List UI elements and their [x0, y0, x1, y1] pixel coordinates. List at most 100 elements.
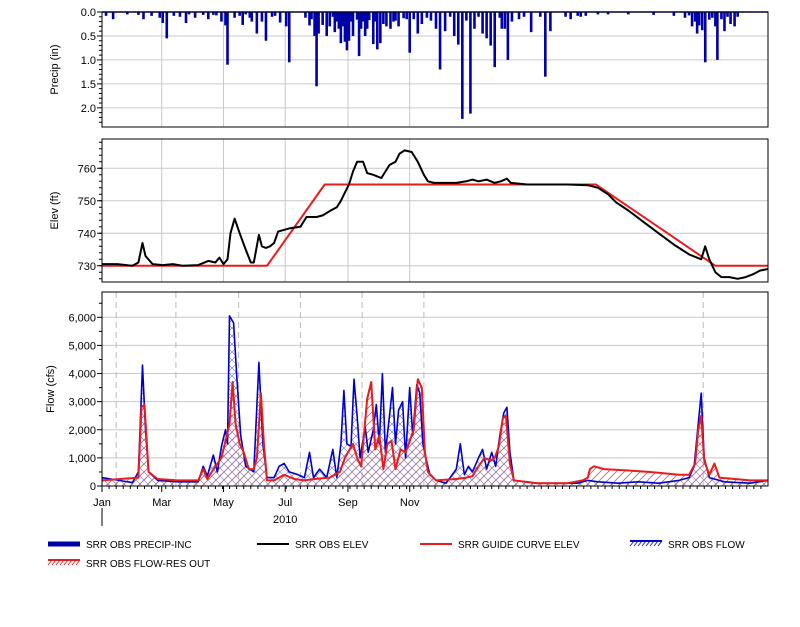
precip-bar [367, 12, 371, 21]
legend-label: SRR OBS FLOW [668, 540, 745, 551]
precip-y-tick-label: 0.5 [81, 31, 96, 43]
precip-bar [489, 12, 492, 46]
legend-entry: SRR OBS FLOW [629, 540, 745, 551]
precip-bar [394, 12, 397, 21]
precip-bar [379, 12, 382, 44]
precip-bar [473, 12, 476, 29]
precip-bar [321, 12, 324, 25]
legend-entry: SRR OBS FLOW-RES OUT [47, 559, 210, 570]
precip-bar [325, 12, 328, 36]
flow-y-tick-label: 1,000 [68, 453, 96, 465]
elev-y-tick-label: 760 [78, 163, 96, 175]
flow-y-tick-label: 3,000 [68, 397, 96, 409]
elev-y-tick-label: 730 [78, 261, 96, 273]
precip-bar [158, 12, 161, 18]
legend-label: SRR OBS PRECIP-INC [86, 540, 192, 551]
precip-bar [443, 12, 447, 32]
precip-bar [493, 12, 497, 68]
x-tick-label: Jul [278, 497, 292, 509]
precip-bar [716, 12, 719, 60]
precip-bar [703, 12, 707, 63]
precip-bar [690, 12, 694, 27]
precip-bar [397, 12, 400, 27]
precip-bar [206, 12, 210, 20]
precip-bar [481, 12, 484, 34]
precip-bar [461, 12, 464, 119]
elev-y-tick-label: 750 [78, 196, 96, 208]
precip-y-tick-label: 1.0 [81, 55, 96, 67]
x-tick-label: Sep [338, 497, 358, 509]
precip-bar [503, 12, 507, 29]
precip-bar [456, 12, 460, 45]
precip-bar [700, 12, 704, 31]
precip-bar [425, 12, 429, 18]
precip-bar [420, 12, 424, 24]
precip-y-tick-label: 2.0 [81, 103, 96, 115]
precip-bar [376, 12, 379, 50]
precip-bar [304, 12, 307, 18]
precip-bar [517, 12, 521, 20]
x-year-label: 2010 [273, 514, 297, 526]
legend-entry: SRR GUIDE CURVE ELEV [420, 540, 580, 551]
precip-bar [529, 12, 533, 33]
precip-bar [723, 12, 726, 32]
reservoir-chart: 0.0 0.5 1.0 1.5 2.0 Precip (in) 730 740 750 760 El… [45, 7, 769, 570]
precip-bar [161, 12, 165, 24]
precip-bar [260, 12, 264, 22]
precip-bar [707, 12, 711, 20]
x-tick-label: Jan [93, 497, 111, 509]
precip-bar [328, 12, 332, 27]
flow-y-tick-label: 4,000 [68, 369, 96, 381]
precip-y-axis-label: Precip (in) [49, 44, 61, 94]
x-tick-label: Mar [152, 497, 171, 509]
legend-label: SRR OBS FLOW-RES OUT [86, 559, 210, 570]
precip-bar [233, 12, 236, 18]
precip-bar [697, 12, 701, 26]
precip-bar [434, 12, 438, 29]
precip-bar [284, 12, 288, 27]
precip-bar [469, 12, 472, 114]
x-tick-label: Nov [400, 497, 420, 509]
precip-bar [241, 12, 244, 25]
precip-bar [382, 12, 385, 24]
precip-bar [569, 12, 572, 20]
precip-bar [729, 12, 732, 24]
precip-bar [429, 12, 433, 21]
precip-y-tick-label: 1.5 [81, 79, 96, 91]
precip-bar [250, 12, 254, 22]
precip-bar [405, 12, 408, 20]
precip-bar [287, 12, 291, 63]
precip-bar [264, 12, 268, 41]
precip-bar [193, 12, 197, 18]
flow-y-tick-label: 2,000 [68, 425, 96, 437]
flow-y-tick-label: 6,000 [68, 312, 96, 324]
precip-bar [226, 12, 229, 65]
precip-bar [389, 12, 392, 29]
elev-y-tick-label: 740 [78, 228, 96, 240]
flow-y-axis-label: Flow (cfs) [45, 365, 57, 413]
flow-y-tick-label: 0 [90, 481, 96, 493]
precip-bar [385, 12, 388, 27]
precip-bar [720, 12, 723, 20]
precip-bar [465, 12, 468, 21]
precip-bar [351, 12, 355, 36]
precip-bar [452, 12, 456, 36]
legend-label: SRR OBS ELEV [295, 540, 369, 551]
precip-bar [317, 12, 320, 34]
x-tick-label: May [213, 497, 234, 509]
precip-bar [278, 12, 282, 23]
precip-bar [544, 12, 547, 77]
precip-bar [438, 12, 442, 70]
precip-bar [142, 12, 145, 20]
precip-bar [402, 12, 405, 19]
precip-bar [711, 12, 714, 18]
precip-bar [412, 12, 416, 20]
precip-bar [220, 12, 223, 22]
precip-bar [500, 12, 504, 29]
precip-bar [416, 12, 420, 34]
legend-entry: SRR OBS PRECIP-INC [48, 540, 192, 551]
precip-bar [310, 12, 313, 20]
precip-bar [255, 12, 259, 34]
precip-y-tick-label: 0.0 [81, 7, 96, 19]
precip-bar [506, 12, 510, 60]
